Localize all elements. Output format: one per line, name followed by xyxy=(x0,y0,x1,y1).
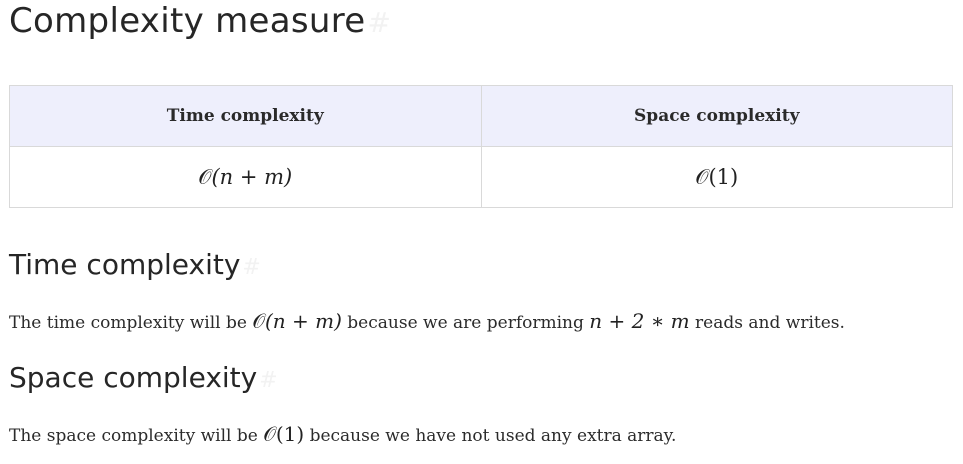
paragraph-text: The space complexity will be xyxy=(9,426,264,446)
math-expression: 𝒪(1) xyxy=(263,422,304,446)
table-header-row: Time complexity Space complexity xyxy=(9,85,953,147)
space-complexity-args: (1) xyxy=(708,164,739,189)
paragraph-text: because we have not used any extra array… xyxy=(304,426,677,446)
math-args: (n + m) xyxy=(264,309,342,333)
heading-anchor-link[interactable]: # xyxy=(259,368,277,393)
paragraph-text: reads and writes. xyxy=(689,313,845,333)
complexity-table: Time complexity Space complexity 𝒪(n + m… xyxy=(9,85,953,208)
page-title: Complexity measure# xyxy=(9,0,391,44)
paragraph-text: because we are performing xyxy=(341,313,590,333)
paragraph-text: The time complexity will be xyxy=(9,313,253,333)
time-complexity-paragraph: The time complexity will be 𝒪(n + m) bec… xyxy=(9,309,845,335)
math-expression: n + 2 ∗ m xyxy=(589,309,690,333)
heading-anchor-link[interactable]: # xyxy=(242,255,260,280)
time-heading-text: Time complexity xyxy=(9,248,241,281)
space-complexity-header: Space complexity xyxy=(480,85,953,147)
big-o-symbol: 𝒪 xyxy=(263,422,276,446)
heading-anchor-link[interactable]: # xyxy=(368,6,392,39)
time-complexity-header: Time complexity xyxy=(9,85,482,147)
space-complexity-value: 𝒪(1) xyxy=(480,146,953,208)
big-o-symbol: 𝒪 xyxy=(198,164,212,189)
space-complexity-paragraph: The space complexity will be 𝒪(1) becaus… xyxy=(9,422,676,448)
math-expression: 𝒪(n + m) xyxy=(252,309,342,333)
math-args: (1) xyxy=(275,422,305,446)
time-complexity-args: (n + m) xyxy=(211,164,293,189)
big-o-symbol: 𝒪 xyxy=(695,164,709,189)
page-title-text: Complexity measure xyxy=(9,1,366,41)
time-complexity-value: 𝒪(n + m) xyxy=(9,146,482,208)
big-o-symbol: 𝒪 xyxy=(252,309,265,333)
table-row: 𝒪(n + m) 𝒪(1) xyxy=(9,146,953,208)
space-heading-text: Space complexity xyxy=(9,361,258,394)
time-complexity-heading: Time complexity# xyxy=(9,247,261,286)
space-complexity-heading: Space complexity# xyxy=(9,360,278,399)
